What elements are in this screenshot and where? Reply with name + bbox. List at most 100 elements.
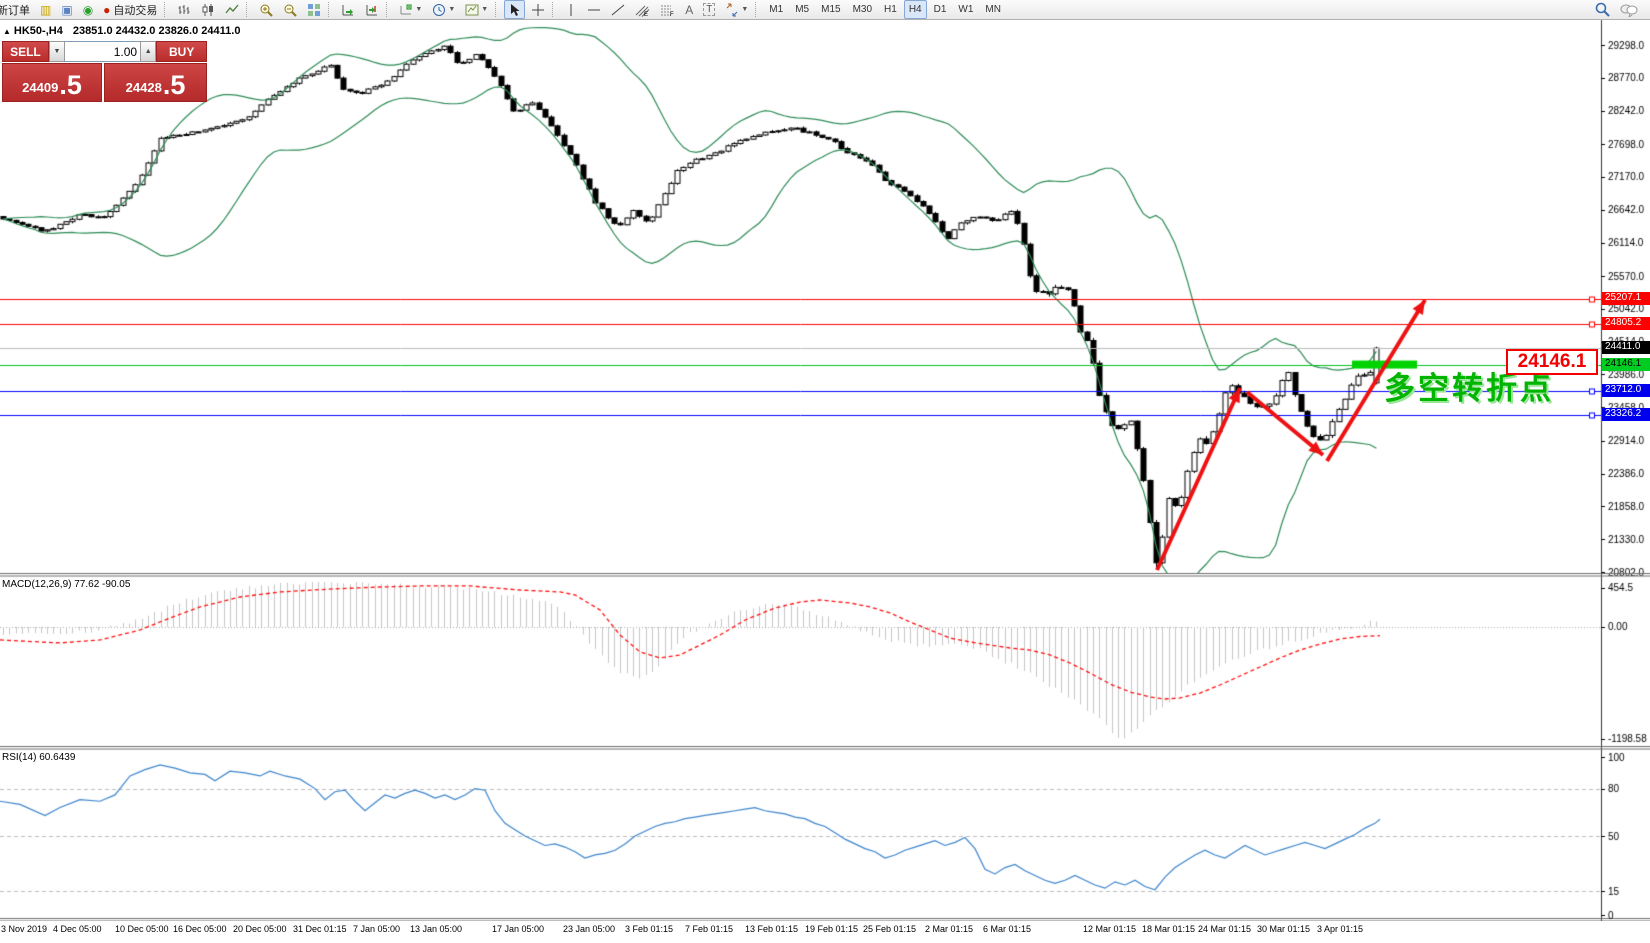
indicators-plus-icon [399,3,413,17]
sell-price-fraction: .5 [59,70,82,100]
chat-button[interactable] [1616,0,1642,19]
time-axis-label: 10 Dec 05:00 [115,924,169,934]
sell-price-display[interactable]: 24409 .5 [2,63,103,102]
dropdown-arrow-icon: ▼ [448,6,456,13]
shapes-icon [725,3,739,17]
toolbar-separator [552,2,558,17]
terminal-button[interactable]: ▣ [57,0,76,19]
price-level-chip: 24805.2 [1602,316,1650,330]
time-axis-label: 3 Nov 2019 [1,924,48,934]
dropdown-arrow-icon: ▼ [415,6,423,13]
volume-input[interactable] [65,41,141,62]
time-axis-label: 3 Feb 01:15 [625,924,674,934]
buy-price-display[interactable]: 24428 .5 [104,63,207,102]
timeframe-m5[interactable]: M5 [790,0,814,19]
autoscroll-button[interactable] [337,0,359,19]
time-axis[interactable]: 3 Nov 2019 4 Dec 05:00 10 Dec 05:00 16 Dec … [0,921,1650,943]
timeframe-m1[interactable]: M1 [764,0,788,19]
main-toolbar: 新订单 ▥ ▣ ◉ ● 自动交易 ▼ ▼ ▼ E F A T ▼ M1 M5 M… [0,0,1650,20]
buy-button[interactable]: BUY [156,41,207,62]
bar-chart-icon [177,3,191,17]
timeframe-mn[interactable]: MN [980,0,1006,19]
timeframe-m15[interactable]: M15 [816,0,845,19]
text-tool[interactable]: A [681,0,697,19]
application-window: 新订单 ▥ ▣ ◉ ● 自动交易 ▼ ▼ ▼ E F A T ▼ M1 M5 M… [0,0,1650,943]
crosshair-button[interactable] [527,0,549,19]
toolbar-separator [386,2,392,17]
text-icon: A [685,2,694,17]
toolbar-separator [495,2,501,17]
chartshift-button[interactable] [361,0,383,19]
chart-profiles-button[interactable]: ▥ [36,0,55,19]
bar-chart-type-button[interactable] [173,0,195,19]
new-order-button[interactable]: 新订单 [0,0,34,19]
periods-button[interactable]: ▼ [428,0,459,19]
periods-clock-icon [432,3,446,17]
volume-increase-button[interactable]: ▲ [140,41,157,62]
one-click-trading-panel: SELL ▼ ▲ BUY 24409 .5 24428 .5 [2,41,207,103]
terminal-icon: ▣ [61,2,73,17]
tile-windows-button[interactable] [303,0,325,19]
symbol-marker-icon: ▲ [3,27,11,36]
indicators-button[interactable]: ▼ [395,0,426,19]
zoom-in-button[interactable] [255,0,277,19]
shapes-tool[interactable]: ▼ [721,0,752,19]
time-axis-label: 12 Mar 01:15 [1083,924,1137,934]
dropdown-arrow-icon: ▼ [481,6,489,13]
time-axis-label: 2 Mar 01:15 [925,924,974,934]
fibonacci-icon: F [660,3,675,17]
signals-icon: ◉ [82,2,94,17]
new-order-label: 新订单 [0,4,30,17]
timeframe-d1[interactable]: D1 [929,0,952,19]
time-axis-label: 7 Jan 05:00 [353,924,401,934]
chat-icon [1620,3,1638,17]
fibonacci-tool[interactable]: F [656,0,679,19]
horizontal-line-tool[interactable] [583,0,605,19]
toolbar-separator [328,2,334,17]
price-callout-box[interactable]: 24146.1 [1506,349,1598,375]
candlestick-type-button[interactable] [197,0,219,19]
macd-label: MACD(12,26,9) 77.62 -90.05 [2,579,131,590]
price-level-chip: 23326.2 [1602,408,1650,422]
hline-icon [587,3,601,17]
price-level-chip: 24146.1 [1602,357,1650,371]
volume-decrease-button[interactable]: ▼ [48,41,66,62]
ohlc-values: 23851.0 24432.0 23826.0 24411.0 [72,25,241,37]
rsi-label: RSI(14) 60.6439 [2,752,76,763]
svg-text:F: F [670,12,674,17]
channel-icon: E [635,3,650,17]
templates-button[interactable]: ▼ [461,0,492,19]
time-axis-label: 30 Mar 01:15 [1257,924,1311,934]
time-axis-label: 31 Dec 01:15 [293,924,347,934]
label-tool[interactable]: T [699,0,719,19]
autotrading-button[interactable]: ● 自动交易 [99,0,161,19]
search-button[interactable] [1591,0,1614,19]
symbol-title: HK50-,H4 [13,25,63,37]
line-chart-type-button[interactable] [221,0,243,19]
time-axis-label: 16 Dec 05:00 [173,924,227,934]
trendline-tool[interactable] [607,0,629,19]
templates-icon [465,3,479,17]
cursor-icon [508,3,521,17]
time-axis-label: 17 Jan 05:00 [492,924,545,934]
price-level-chip: 24411.0 [1602,341,1650,355]
sell-price-main: 24409 [22,80,59,95]
timeframe-w1[interactable]: W1 [953,0,978,19]
sell-button[interactable]: SELL [2,41,49,62]
chart-canvas[interactable] [0,0,1650,943]
quote-header: ▲ HK50-,H4 23851.0 24432.0 23826.0 24411.0 [3,25,240,37]
timeframe-m30[interactable]: M30 [848,0,877,19]
vertical-line-tool[interactable] [561,0,581,19]
rsi-value: 60.6439 [39,752,76,763]
zoom-out-button[interactable] [279,0,301,19]
time-axis-label: 20 Dec 05:00 [233,924,287,934]
toolbar-separator [246,2,252,17]
timeframe-h4[interactable]: H4 [903,0,927,19]
time-axis-label: 13 Feb 01:15 [745,924,799,934]
timeframe-h1[interactable]: H1 [879,0,902,19]
buy-price-fraction: .5 [162,70,186,100]
signals-button[interactable]: ◉ [79,0,97,19]
cursor-button[interactable] [504,0,526,19]
channel-tool[interactable]: E [631,0,654,19]
buy-price-main: 24428 [125,80,162,95]
